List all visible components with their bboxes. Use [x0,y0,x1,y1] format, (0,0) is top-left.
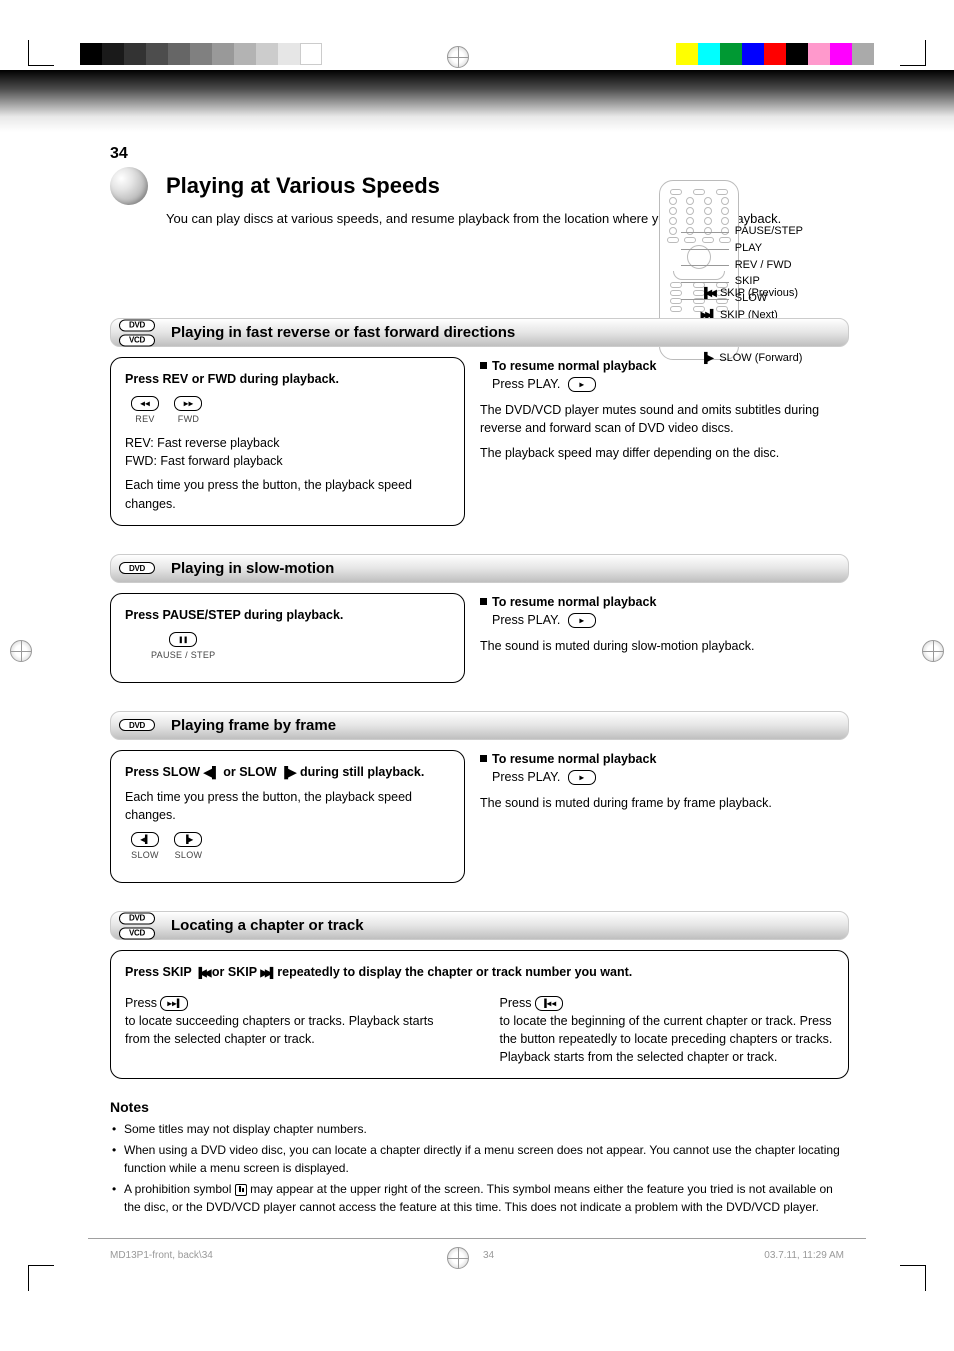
header-gradient-band [0,70,954,132]
grayscale-swatches [80,43,322,65]
crop-mark-bottom-right [900,1265,926,1291]
instruction-box-fast: Press REV or FWD during playback. ◀◀ REV… [110,357,465,526]
skip-next-button-icon: ▶▶▌ [160,996,188,1011]
disc-badge-vcd: VCD [119,927,155,939]
section-header-frame: DVD Playing frame by frame [110,711,849,740]
section-title: Playing frame by frame [171,717,336,734]
crop-mark-bottom-left [28,1265,54,1291]
skip-prev-button-icon: ▐◀◀ [535,996,563,1011]
slow-fwd-button-icon: ▐▶ [174,832,202,847]
registration-target-left [10,640,32,662]
crop-mark-top-right [900,40,926,66]
registration-target-bottom [447,1247,469,1269]
instruction-box-frame: Press SLOW ◀▌ or SLOW ▐▶ during still pl… [110,750,465,883]
disc-badge-dvd: DVD [119,719,155,731]
fwd-button-icon: ▶▶ [174,396,202,411]
section-title: Locating a chapter or track [171,917,364,934]
skip-previous-icon [700,285,713,303]
page-body: 34 Playing at Various Speeds You can pla… [110,145,849,1301]
section-title: Playing in slow-motion [171,560,334,577]
play-button-icon: ▶ [568,377,596,392]
instruction-box-slowmo: Press PAUSE/STEP during playback. ❚❚ PAU… [110,593,465,683]
disc-badge-dvd: DVD [119,319,155,331]
footer-rule [88,1238,866,1239]
note-item: Some titles may not display chapter numb… [110,1121,849,1138]
prohibition-hand-icon [235,1184,247,1196]
play-button-icon: ▶ [568,770,596,785]
right-notes-fast: To resume normal playback Press PLAY. ▶ … [480,357,849,462]
note-item: A prohibition symbol may appear at the u… [110,1181,849,1216]
remote-label-pause: PAUSE/STEP [735,225,803,239]
bullet-sphere-icon [110,167,148,205]
page-number: 34 [110,145,849,163]
section-header-locate: DVD VCD Locating a chapter or track [110,911,849,940]
page-title: Playing at Various Speeds [166,173,440,199]
section-header-fast: DVD VCD Playing in fast reverse or fast … [110,318,849,347]
notes-list: Some titles may not display chapter numb… [110,1121,849,1216]
color-swatches [676,43,874,65]
footer-text: MD13P1-front, back\34 34 03.7.11, 11:29 … [110,1250,844,1261]
slow-rev-button-icon: ◀▌ [131,832,159,847]
instruction-box-locate: Press SKIP or SKIP repeatedly to display… [110,950,849,1079]
disc-badge-dvd: DVD [119,562,155,574]
disc-badge-dvd: DVD [119,912,155,924]
right-notes-frame: To resume normal playback Press PLAY. ▶ … [480,750,849,812]
registration-target-right [922,640,944,662]
section-title: Playing in fast reverse or fast forward … [171,324,515,341]
section-header-slowmo: DVD Playing in slow-motion [110,554,849,583]
note-item: When using a DVD video disc, you can loc… [110,1142,849,1177]
remote-label-play: PLAY [735,242,803,256]
notes-heading: Notes [110,1099,849,1115]
page-subtitle: You can play discs at various speeds, an… [166,211,849,226]
right-notes-slowmo: To resume normal playback Press PLAY. ▶ … [480,593,849,655]
remote-label-revfwd: REV / FWD [735,259,803,273]
play-button-icon: ▶ [568,613,596,628]
rev-button-icon: ◀◀ [131,396,159,411]
pause-button-icon: ❚❚ [169,632,197,647]
crop-mark-top-left [28,40,54,66]
registration-target-top [447,46,469,68]
disc-badge-vcd: VCD [119,334,155,346]
